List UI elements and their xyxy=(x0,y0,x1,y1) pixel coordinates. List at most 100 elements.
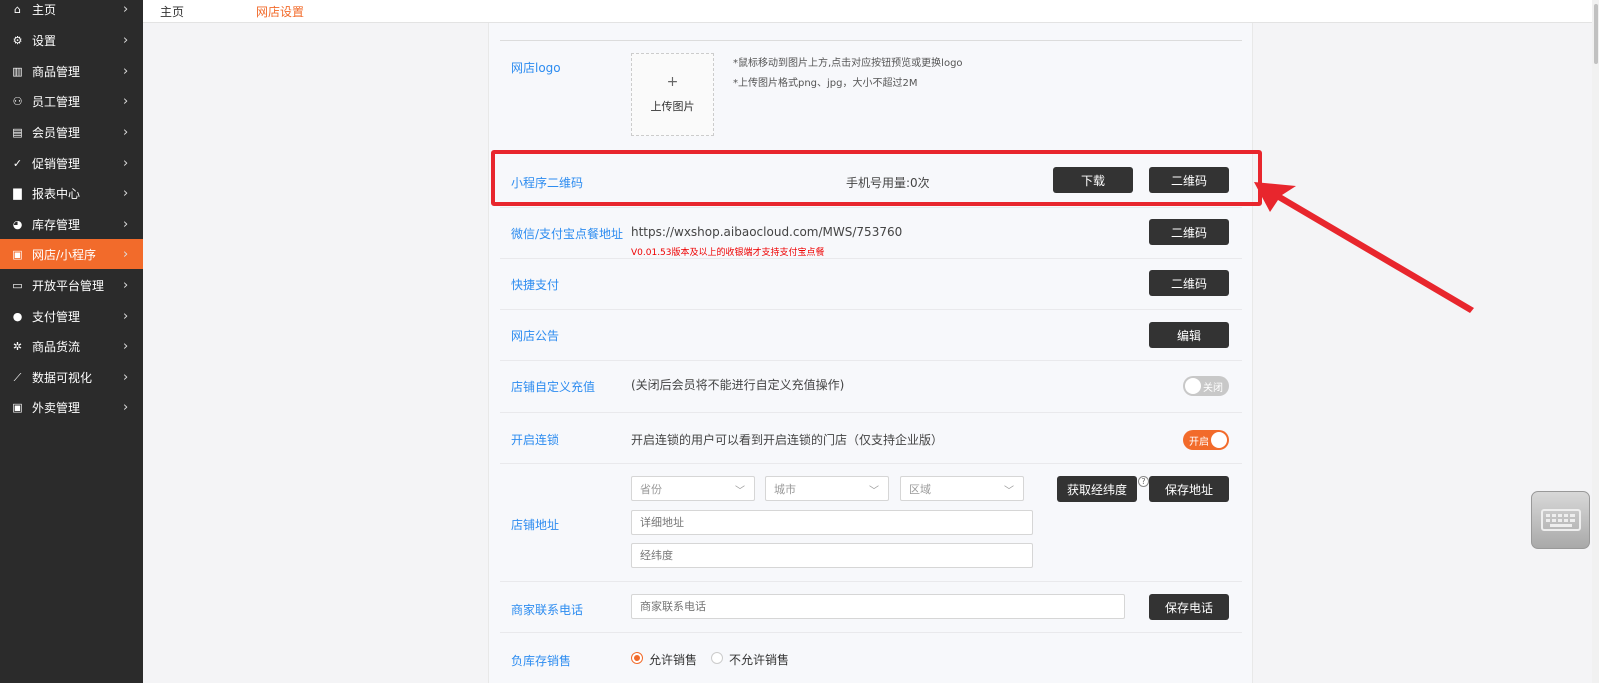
custom-recharge-label: 店铺自定义充值 xyxy=(511,380,596,394)
negative-stock-sales-label: 负库存销售 xyxy=(511,654,572,668)
upload-label: 上传图片 xyxy=(650,100,695,113)
settings-panel xyxy=(488,23,1253,683)
chevron-right-icon: › xyxy=(123,185,129,201)
sidebar-item-label: 设置 xyxy=(32,33,57,48)
keyboard-glyph xyxy=(1540,509,1581,531)
sidebar-item[interactable]: ⚙ 设置 › xyxy=(0,25,143,55)
chevron-right-icon: › xyxy=(123,277,129,293)
order-url-qrcode-button[interactable]: 二维码 xyxy=(1149,219,1229,245)
breadcrumb-current[interactable]: 网店设置 xyxy=(256,3,304,20)
allow-sales-radio[interactable] xyxy=(631,652,643,664)
sidebar-item[interactable]: ▥ 商品管理 › xyxy=(0,56,143,86)
home-icon: ⌂ xyxy=(14,2,21,16)
quick-pay-qrcode-button[interactable]: 二维码 xyxy=(1149,270,1229,296)
download-button[interactable]: 下载 xyxy=(1053,167,1133,193)
district-placeholder: 区域 xyxy=(909,482,931,496)
city-select[interactable]: 城市 ﹀ xyxy=(765,476,889,501)
divider xyxy=(500,258,1242,259)
chevron-right-icon: › xyxy=(123,216,129,232)
province-select[interactable]: 省份 ﹀ xyxy=(631,476,755,501)
sidebar-item-label: 库存管理 xyxy=(32,217,81,232)
coordinates-input[interactable] xyxy=(631,543,1033,568)
chevron-down-icon: ﹀ xyxy=(1004,486,1014,497)
wechat-alipay-order-url-label: 微信/支付宝点餐地址 xyxy=(511,227,624,241)
custom-recharge-desc: (关闭后会员将不能进行自定义充值操作) xyxy=(631,378,845,392)
sidebar-item[interactable]: ⌂ 主页 › xyxy=(0,0,143,24)
help-icon[interactable]: ? xyxy=(1138,476,1149,487)
sidebar-item[interactable]: ✓ 促销管理 › xyxy=(0,148,143,178)
sidebar-item-label: 网店/小程序 xyxy=(32,247,97,262)
toggle-knob xyxy=(1185,378,1201,394)
chevron-right-icon: › xyxy=(123,1,129,17)
divider xyxy=(500,309,1242,310)
monitor-icon: ▭ xyxy=(12,278,23,292)
chevron-right-icon: › xyxy=(123,32,129,48)
sidebar-item-label: 支付管理 xyxy=(32,309,81,324)
takeout-icon: ▣ xyxy=(12,400,23,414)
quick-pay-label: 快捷支付 xyxy=(511,278,560,292)
sidebar-item[interactable]: ▣ 外卖管理 › xyxy=(0,392,143,422)
merchant-phone-label: 商家联系电话 xyxy=(511,603,584,617)
mini-program-qrcode-button[interactable]: 二维码 xyxy=(1149,167,1229,193)
sidebar-item-label: 报表中心 xyxy=(32,186,81,201)
toggle-state-label: 开启 xyxy=(1189,436,1209,448)
divider xyxy=(500,632,1242,633)
sidebar-item-label: 促销管理 xyxy=(32,156,81,171)
sidebar-item[interactable]: ▤ 会员管理 › xyxy=(0,117,143,147)
district-select[interactable]: 区域 ﹀ xyxy=(900,476,1024,501)
logo-hint-2: *上传图片格式png、jpg，大小不超过2M xyxy=(733,78,918,89)
sidebar-item-label: 商品货流 xyxy=(32,339,81,354)
page-scrollbar[interactable] xyxy=(1592,0,1599,683)
sidebar-item[interactable]: ⚇ 员工管理 › xyxy=(0,86,143,116)
keyboard-icon[interactable] xyxy=(1531,491,1590,549)
shop-notice-label: 网店公告 xyxy=(511,329,560,343)
flow-icon: ✲ xyxy=(12,339,23,353)
chevron-right-icon: › xyxy=(123,63,129,79)
chevron-right-icon: › xyxy=(123,338,129,354)
sidebar-item[interactable]: ▣ 网店/小程序 › xyxy=(0,239,143,269)
detail-address-input[interactable] xyxy=(631,510,1033,535)
sidebar-item[interactable]: ◕ 库存管理 › xyxy=(0,209,143,239)
sidebar-item-label: 开放平台管理 xyxy=(32,278,105,293)
enable-chain-label: 开启连锁 xyxy=(511,433,560,447)
check-circle-icon: ✓ xyxy=(12,156,23,170)
version-note: V0.01.53版本及以上的收银端才支持支付宝点餐 xyxy=(631,248,825,258)
sidebar-item[interactable]: ▭ 开放平台管理 › xyxy=(0,270,143,300)
logo-hint-1: *鼠标移动到图片上方,点击对应按钮预览或更换logo xyxy=(733,58,963,69)
deny-sales-radio[interactable] xyxy=(711,652,723,664)
divider xyxy=(500,40,1242,41)
chevron-right-icon: › xyxy=(123,369,129,385)
merchant-phone-input[interactable] xyxy=(631,594,1125,619)
sidebar: ⌂ 主页 › ⚙ 设置 › ▥ 商品管理 › ⚇ 员工管理 › ▤ 会员管理 › ✓ 促销管理 › ▇ 报表中心 › ◕ 库… xyxy=(0,0,143,683)
enable-chain-desc: 开启连锁的用户可以看到开启连锁的门店（仅支持企业版） xyxy=(631,433,944,447)
chevron-right-icon: › xyxy=(123,246,129,262)
sidebar-item[interactable]: ● 支付管理 › xyxy=(0,301,143,331)
sidebar-item-label: 员工管理 xyxy=(32,94,81,109)
custom-recharge-toggle[interactable]: 关闭 xyxy=(1183,376,1229,396)
phone-usage-text: 手机号用量:0次 xyxy=(846,176,930,190)
shop-address-label: 店铺地址 xyxy=(511,518,560,532)
breadcrumb-home[interactable]: 主页 xyxy=(160,3,184,20)
sidebar-item[interactable]: ✲ 商品货流 › xyxy=(0,331,143,361)
user-icon: ⚇ xyxy=(12,94,23,108)
save-phone-button[interactable]: 保存电话 xyxy=(1149,594,1229,620)
sidebar-item[interactable]: ⟋ 数据可视化 › xyxy=(0,362,143,392)
barcode-icon: ▥ xyxy=(12,64,23,78)
save-address-button[interactable]: 保存地址 xyxy=(1149,476,1229,502)
sidebar-item[interactable]: ▇ 报表中心 › xyxy=(0,178,143,208)
deny-sales-label[interactable]: 不允许销售 xyxy=(729,651,789,668)
divider xyxy=(500,412,1242,413)
edit-notice-button[interactable]: 编辑 xyxy=(1149,322,1229,348)
get-coordinates-button[interactable]: 获取经纬度 xyxy=(1057,476,1137,502)
enable-chain-toggle[interactable]: 开启 xyxy=(1183,430,1229,450)
chevron-right-icon: › xyxy=(123,124,129,140)
upload-image-button[interactable]: + 上传图片 xyxy=(631,53,714,136)
divider xyxy=(500,463,1242,464)
city-placeholder: 城市 xyxy=(774,482,796,496)
scrollbar-thumb[interactable] xyxy=(1594,4,1598,64)
sidebar-item-label: 数据可视化 xyxy=(32,370,93,385)
allow-sales-label[interactable]: 允许销售 xyxy=(649,651,697,668)
pie-chart-icon: ◕ xyxy=(12,217,23,231)
divider xyxy=(500,581,1242,582)
chevron-down-icon: ﹀ xyxy=(735,486,745,497)
